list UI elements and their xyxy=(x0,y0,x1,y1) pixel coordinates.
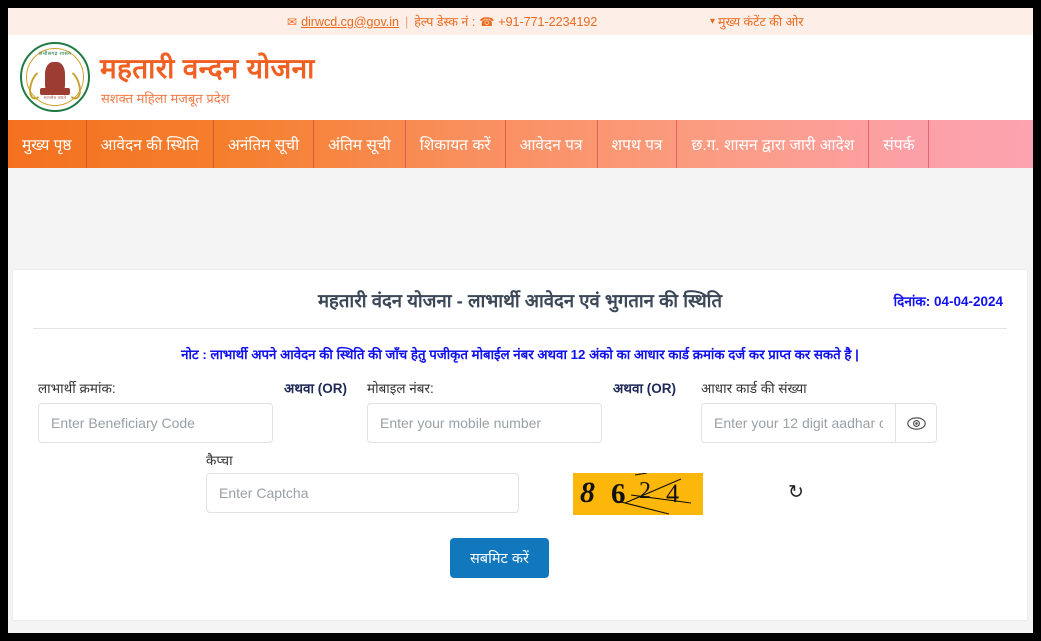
nav-item-home[interactable]: मुख्य पृष्ठ xyxy=(8,120,87,168)
submit-button[interactable]: सबमिट करें xyxy=(450,538,549,578)
captcha-label: कैप्चा xyxy=(206,453,233,468)
emblem-bottom-text: सत्यमेव जयते xyxy=(43,95,67,100)
emblem-lion-capital xyxy=(40,62,70,95)
nav-item-contact[interactable]: संपर्क xyxy=(869,120,930,168)
main-navigation: मुख्य पृष्ठ आवेदन की स्थिति अनंतिम सूची … xyxy=(8,120,1033,168)
site-tagline: सशक्त महिला मजबूत प्रदेश xyxy=(101,91,230,106)
aadhar-number-label: आधार कार्ड की संख्या xyxy=(701,381,807,396)
toggle-aadhar-visibility-button[interactable] xyxy=(895,403,937,443)
mobile-number-label: मोबाइल नंबर: xyxy=(367,381,434,396)
chhattisgarh-government-emblem-icon: छत्तीसगढ़ शासन सत्यमेव जयते xyxy=(20,42,90,112)
nav-item-government-orders[interactable]: छ.ग. शासन द्वारा जारी आदेश xyxy=(677,120,870,168)
helpdesk-label: हेल्प डेस्क नं : xyxy=(414,15,476,29)
current-date: दिनांक: 04-04-2024 xyxy=(893,294,1003,309)
nav-item-final-list[interactable]: अंतिम सूची xyxy=(314,120,406,168)
aadhar-input-group xyxy=(701,403,937,443)
page-title: महतारी वंदन योजना - लाभार्थी आवेदन एवं भ… xyxy=(317,290,723,311)
aadhar-number-input[interactable] xyxy=(701,403,895,443)
status-lookup-card: महतारी वंदन योजना - लाभार्थी आवेदन एवं भ… xyxy=(13,270,1027,620)
captcha-noise-lines xyxy=(616,473,692,515)
chevron-down-icon: ▾ xyxy=(710,16,716,27)
nav-trailing-space xyxy=(929,120,1033,168)
instruction-note: नोट : लाभार्थी अपने आवेदन की स्थिति की ज… xyxy=(181,347,859,362)
identifier-input-row: लाभार्थी क्रमांक: अथवा (OR) मोबाइल नंबर:… xyxy=(13,371,1027,449)
refresh-captcha-button[interactable]: ↻ xyxy=(788,483,804,502)
captcha-row: कैप्चा 8 6 2 4 ↻ xyxy=(13,449,1027,521)
topbar-contact-group: ✉ dirwcd.cg@gov.in | हेल्प डेस्क नं : ☎ … xyxy=(287,8,597,35)
mail-icon: ✉ xyxy=(287,14,298,29)
nav-item-application-form[interactable]: आवेदन पत्र xyxy=(506,120,598,168)
nav-item-provisional-list[interactable]: अनंतिम सूची xyxy=(214,120,315,168)
skip-to-main-content[interactable]: ▾ मुख्य कंटेंट की ओर xyxy=(710,8,803,35)
brand-header: छत्तीसगढ़ शासन सत्यमेव जयते महतारी वन्दन… xyxy=(8,35,1033,120)
mobile-number-input[interactable] xyxy=(367,403,602,443)
topbar-separator: | xyxy=(404,14,409,29)
emblem-top-text: छत्तीसगढ़ शासन xyxy=(38,51,72,57)
page-root: ✉ dirwcd.cg@gov.in | हेल्प डेस्क नं : ☎ … xyxy=(8,8,1033,633)
card-header: महतारी वंदन योजना - लाभार्थी आवेदन एवं भ… xyxy=(13,270,1027,328)
eye-icon xyxy=(906,416,926,430)
nav-item-application-status[interactable]: आवेदन की स्थिति xyxy=(87,120,214,168)
captcha-input[interactable] xyxy=(206,473,519,513)
captcha-image: 8 6 2 4 xyxy=(573,473,703,515)
nav-item-complaint[interactable]: शिकायत करें xyxy=(406,120,506,168)
refresh-icon: ↻ xyxy=(788,482,804,503)
top-utility-bar: ✉ dirwcd.cg@gov.in | हेल्प डेस्क नं : ☎ … xyxy=(8,8,1033,35)
submit-row: सबमिट करें xyxy=(13,521,1027,587)
or-separator-2: अथवा (OR) xyxy=(613,381,676,396)
skip-to-main-content-label: मुख्य कंटेंट की ओर xyxy=(718,15,804,29)
email-link[interactable]: dirwcd.cg@gov.in xyxy=(301,15,399,29)
helpdesk-phone: +91-771-2234192 xyxy=(498,14,598,29)
beneficiary-code-label: लाभार्थी क्रमांक: xyxy=(38,381,116,396)
or-separator-1: अथवा (OR) xyxy=(284,381,347,396)
phone-icon: ☎ xyxy=(479,14,495,29)
beneficiary-code-input[interactable] xyxy=(38,403,273,443)
site-title: महतारी वन्दन योजना xyxy=(100,53,315,84)
nav-item-affidavit[interactable]: शपथ पत्र xyxy=(598,120,678,168)
